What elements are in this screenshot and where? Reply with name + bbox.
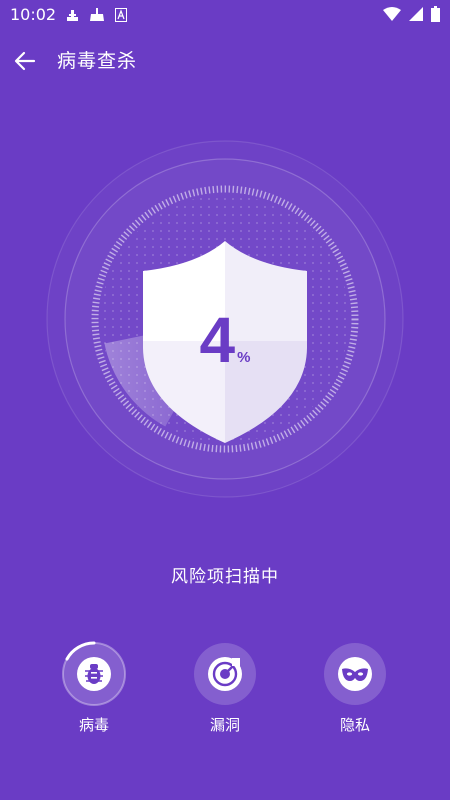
category-privacy-label: 隐私 (339, 716, 370, 734)
category-vulnerability-button[interactable] (194, 643, 256, 705)
category-vulnerability-label: 漏洞 (209, 716, 240, 734)
status-time: 10:02 (10, 5, 57, 24)
wifi-icon (383, 7, 401, 21)
scan-percent-sign: % (237, 349, 251, 366)
cleaner-icon (90, 8, 104, 21)
scan-progress-text: 4 % (145, 300, 305, 380)
arrow-left-icon (14, 51, 36, 71)
mask-icon (338, 657, 372, 691)
status-bar: 10:02 (0, 0, 450, 30)
category-virus-label: 病毒 (78, 716, 109, 734)
virus-progress-ring (62, 641, 126, 706)
category-privacy[interactable]: 隐私 (310, 643, 400, 735)
app-bar: 病毒查杀 (0, 38, 450, 84)
back-button[interactable] (8, 44, 42, 78)
signal-icon (409, 7, 423, 21)
status-left-icons (66, 8, 127, 22)
category-vulnerability[interactable]: 漏洞 (180, 643, 270, 735)
category-privacy-button[interactable] (324, 643, 386, 705)
category-virus-button[interactable] (62, 641, 126, 706)
radar-icon (208, 657, 242, 691)
scan-percent-value: 4 (199, 304, 236, 376)
scan-status-text: 风险项扫描中 (171, 567, 279, 587)
page-title: 病毒查杀 (57, 50, 138, 72)
keyboard-a-icon (115, 8, 127, 22)
battery-icon (431, 6, 440, 22)
notification-icon (67, 10, 78, 21)
status-right-icons (383, 6, 440, 22)
category-virus[interactable]: 病毒 (49, 641, 139, 735)
